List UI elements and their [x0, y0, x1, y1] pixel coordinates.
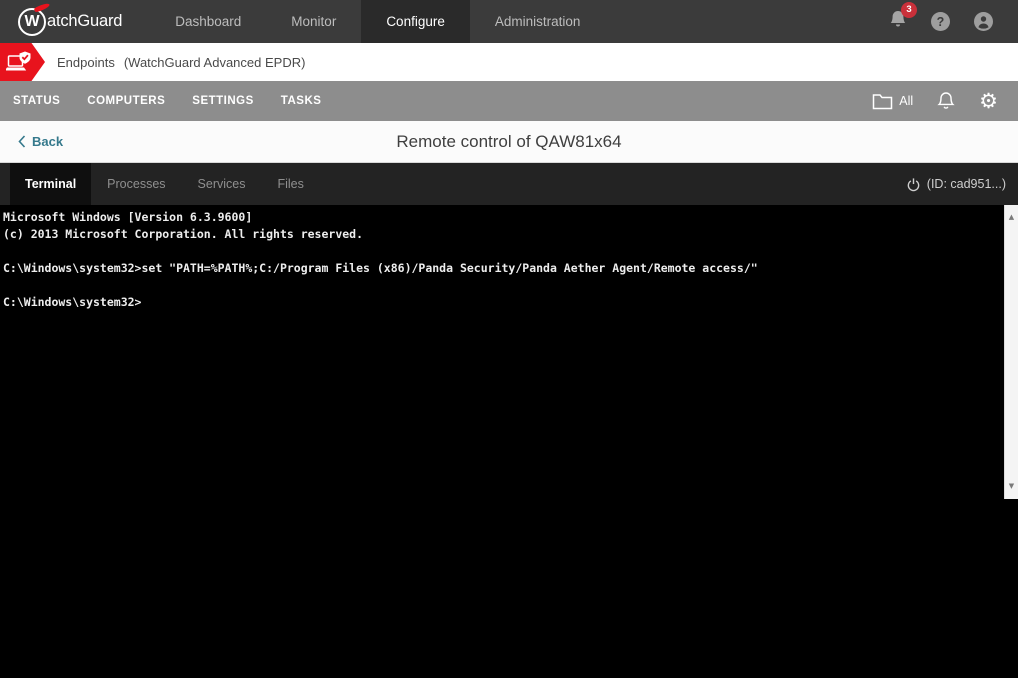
notification-count-badge: 3	[901, 2, 917, 18]
watchguard-logo[interactable]: W atchGuard	[18, 8, 122, 36]
chevron-left-icon	[18, 135, 26, 148]
section-menu-bar: STATUS COMPUTERS SETTINGS TASKS All ⚙	[0, 81, 1018, 121]
terminal-output[interactable]: Microsoft Windows [Version 6.3.9600] (c)…	[0, 205, 1018, 678]
user-account-icon[interactable]	[973, 11, 994, 32]
logo-swoosh-icon	[34, 2, 51, 13]
app-window: W atchGuard Dashboard Monitor Configure …	[0, 0, 1018, 678]
back-label: Back	[32, 134, 63, 149]
top-nav: W atchGuard Dashboard Monitor Configure …	[0, 0, 1018, 43]
remote-control-tab-bar: Terminal Processes Services Files (ID: c…	[0, 163, 1018, 205]
main-nav: Dashboard Monitor Configure Administrati…	[150, 0, 605, 43]
group-filter[interactable]: All	[872, 93, 913, 110]
brand-text: atchGuard	[47, 12, 122, 31]
endpoints-pennant	[0, 43, 45, 81]
nav-item-dashboard[interactable]: Dashboard	[150, 0, 266, 43]
menu-item-computers[interactable]: COMPUTERS	[87, 95, 165, 107]
terminal-line: C:\Windows\system32>set "PATH=%PATH%;C:/…	[3, 260, 998, 277]
tab-files[interactable]: Files	[261, 163, 319, 205]
page-title: Remote control of QAW81x64	[0, 132, 1018, 152]
menu-item-tasks[interactable]: TASKS	[281, 95, 322, 107]
scroll-up-icon[interactable]: ▲	[1009, 205, 1014, 230]
tab-terminal[interactable]: Terminal	[10, 163, 91, 205]
settings-gear-icon[interactable]: ⚙	[979, 91, 998, 112]
menu-item-settings[interactable]: SETTINGS	[192, 95, 254, 107]
nav-item-monitor[interactable]: Monitor	[266, 0, 361, 43]
help-icon[interactable]: ?	[930, 11, 951, 32]
product-bar: Endpoints (WatchGuard Advanced EPDR)	[0, 43, 1018, 81]
alerts-bell-icon[interactable]	[937, 91, 955, 111]
svg-text:?: ?	[937, 15, 945, 29]
session-info: (ID: cad951...)	[906, 163, 1018, 205]
page-title-bar: Back Remote control of QAW81x64	[0, 121, 1018, 163]
terminal-line: Microsoft Windows [Version 6.3.9600]	[3, 209, 998, 226]
power-icon[interactable]	[906, 177, 921, 192]
menu-bar-right: All ⚙	[872, 91, 1018, 112]
tab-processes[interactable]: Processes	[91, 163, 181, 205]
menu-item-status[interactable]: STATUS	[13, 95, 60, 107]
terminal-line	[3, 277, 998, 294]
top-nav-right: 3 ?	[888, 9, 994, 35]
product-name: Endpoints	[57, 55, 115, 70]
watchguard-logo-circle: W	[18, 8, 46, 36]
session-id-label: (ID: cad951...)	[927, 177, 1006, 191]
tab-services[interactable]: Services	[182, 163, 262, 205]
nav-item-configure[interactable]: Configure	[361, 0, 470, 43]
terminal-line: (c) 2013 Microsoft Corporation. All righ…	[3, 226, 998, 243]
nav-item-administration[interactable]: Administration	[470, 0, 606, 43]
scroll-down-icon[interactable]: ▼	[1009, 474, 1014, 499]
group-filter-label: All	[899, 94, 913, 108]
logo-w-letter: W	[24, 14, 39, 30]
terminal-line: C:\Windows\system32>	[3, 294, 998, 311]
notifications-bell-icon[interactable]: 3	[888, 9, 908, 35]
terminal-line	[3, 243, 998, 260]
product-edition: (WatchGuard Advanced EPDR)	[124, 55, 306, 70]
terminal-scrollbar[interactable]: ▲ ▼	[1004, 205, 1018, 499]
laptop-shield-icon	[6, 50, 32, 74]
folder-icon	[872, 93, 893, 110]
back-button[interactable]: Back	[18, 134, 63, 149]
